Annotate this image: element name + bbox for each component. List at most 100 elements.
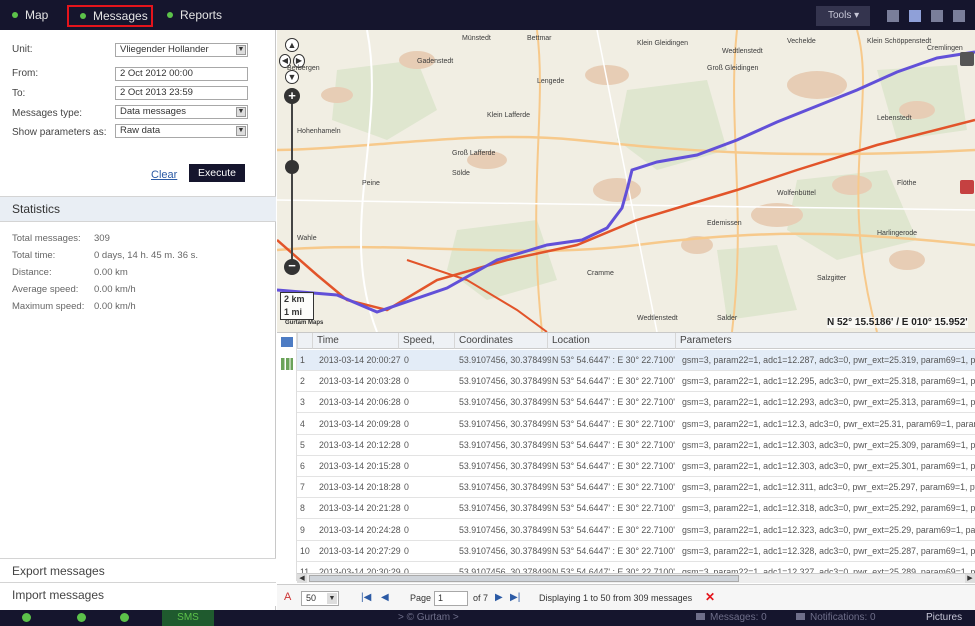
cell-speed: 0 (404, 482, 409, 493)
cell-time: 2013-03-14 20:12:28 (319, 439, 401, 450)
cell-parameters: gsm=3, param22=1, adc1=12.295, adc3=0, p… (682, 376, 975, 387)
cell-location: N 53° 54.6447' : E 30° 22.7100' (552, 376, 675, 387)
tools-menu-button[interactable]: Tools ▾ (816, 6, 870, 26)
cell-speed: 0 (404, 503, 409, 514)
previous-page-icon[interactable]: ◀ (381, 592, 389, 603)
scroll-left-icon[interactable]: ◀ (297, 574, 307, 583)
column-header-coordinates[interactable]: Coordinates (454, 333, 547, 349)
pan-down-icon[interactable]: ▼ (285, 70, 299, 84)
column-header-time[interactable]: Time (312, 333, 398, 349)
map-layers-icon[interactable] (960, 52, 974, 66)
import-messages-link[interactable]: Import messages (0, 582, 276, 606)
map-place-label: Bettmar (527, 35, 552, 42)
row-number: 10 (300, 545, 310, 556)
stat-total-time: Total time: 0 days, 14 h. 45 m. 36 s. (12, 250, 198, 261)
horizontal-scrollbar[interactable]: ◀ ▶ (297, 573, 975, 583)
zoom-slider-handle[interactable] (285, 160, 299, 174)
zoom-in-icon[interactable]: + (284, 88, 300, 104)
tab-messages-label: Messages (93, 9, 148, 23)
scrollbar-thumb[interactable] (309, 575, 739, 582)
cell-coordinates: 53.9107456, 30.3784992 (0) (459, 418, 551, 429)
table-row[interactable]: 1 2013-03-14 20:00:27 0 53.9107456, 30.3784… (297, 350, 975, 371)
chevron-down-icon[interactable]: ▼ (236, 126, 246, 136)
cell-coordinates: 53.9107456, 30.3784992 (0) (459, 545, 551, 556)
table-row[interactable]: 4 2013-03-14 20:09:28 0 53.9107456, 30.3784… (297, 414, 975, 435)
to-date-field[interactable]: 2 Oct 2013 23:59 (115, 86, 248, 100)
cell-speed: 0 (404, 355, 409, 365)
layout-stack-icon[interactable] (931, 10, 943, 22)
layout-single-icon[interactable] (887, 10, 899, 22)
zoom-out-icon[interactable]: − (284, 259, 300, 275)
layout-split-icon[interactable] (909, 10, 921, 22)
page-number-input[interactable]: 1 (434, 591, 468, 606)
map-place-label: Hohenhameln (297, 128, 341, 135)
map-view[interactable]: ▲ ◀ ▶ ▼ + − 2 km 1 mi Gurtam Maps N 52° … (277, 30, 975, 332)
map-place-label: Groß Lafferde (452, 150, 496, 157)
execute-button[interactable]: Execute (189, 164, 245, 182)
filter-icon[interactable]: A (284, 591, 291, 603)
next-page-icon[interactable]: ▶ (495, 592, 503, 603)
pan-up-icon[interactable]: ▲ (285, 38, 299, 52)
map-marker-icon[interactable] (960, 180, 974, 194)
tab-map[interactable]: Map (12, 7, 48, 24)
cell-parameters: gsm=3, param22=1, adc1=12.328, adc3=0, p… (682, 545, 975, 556)
notifications-counter[interactable]: Notifications: 0 (796, 612, 876, 623)
page-size-select[interactable]: 50 ▼ (301, 591, 339, 606)
table-row[interactable]: 6 2013-03-14 20:15:28 0 53.9107456, 30.3784… (297, 456, 975, 477)
tab-reports[interactable]: Reports (167, 7, 222, 24)
scroll-right-icon[interactable]: ▶ (965, 574, 975, 583)
table-view-icon[interactable] (281, 337, 293, 347)
stat-average-speed: Average speed: 0.00 km/h (12, 284, 136, 295)
table-row[interactable]: 5 2013-03-14 20:12:28 0 53.9107456, 30.3784… (297, 435, 975, 456)
cell-time: 2013-03-14 20:24:28 (319, 524, 401, 535)
column-header-location[interactable]: Location (547, 333, 675, 349)
close-icon[interactable]: ✕ (705, 590, 715, 604)
row-number: 5 (300, 439, 305, 450)
unit-select[interactable]: Vliegender Hollander ▼ (115, 43, 248, 57)
messages-type-select[interactable]: Data messages ▼ (115, 105, 248, 119)
chevron-down-icon[interactable]: ▼ (327, 593, 337, 604)
export-messages-link[interactable]: Export messages (0, 558, 276, 582)
table-row[interactable]: 2 2013-03-14 20:03:28 0 53.9107456, 30.3784… (297, 371, 975, 393)
chevron-down-icon[interactable]: ▼ (236, 45, 246, 55)
tools-label: Tools ▾ (828, 10, 860, 21)
sound-status-icon[interactable] (120, 613, 129, 622)
last-page-icon[interactable]: ▶| (510, 592, 520, 603)
statistics-header[interactable]: Statistics (0, 196, 276, 222)
brand-link[interactable]: > © Gurtam > (398, 612, 459, 623)
table-tool-column (277, 333, 297, 581)
chart-view-icon[interactable] (281, 358, 293, 370)
to-label: To: (12, 88, 26, 99)
messages-counter[interactable]: Messages: 0 (696, 612, 767, 623)
sms-button[interactable]: SMS (162, 610, 214, 626)
pictures-link[interactable]: Pictures (926, 612, 962, 623)
table-row[interactable]: 7 2013-03-14 20:18:28 0 53.9107456, 30.3784… (297, 477, 975, 499)
cell-location: N 53° 54.6447' : E 30° 22.7100' (552, 418, 675, 429)
cell-coordinates: 53.9107456, 30.3784992 (0) (459, 482, 551, 493)
first-page-icon[interactable]: |◀ (361, 592, 371, 603)
cell-location: N 53° 54.6447' : E 30° 22.7100' (552, 397, 675, 408)
cell-speed: 0 (404, 397, 409, 408)
connection-status-icon[interactable] (77, 613, 86, 622)
column-header-parameters[interactable]: Parameters (675, 333, 975, 349)
table-row[interactable]: 9 2013-03-14 20:24:28 0 53.9107456, 30.3784… (297, 520, 975, 541)
gps-status-icon[interactable] (22, 613, 31, 622)
layout-grid-icon[interactable] (953, 10, 965, 22)
from-date-value: 2 Oct 2012 00:00 (120, 68, 193, 79)
cell-location: N 53° 54.6447' : E 30° 22.7100' (552, 524, 675, 535)
chevron-down-icon[interactable]: ▼ (236, 107, 246, 117)
tab-messages[interactable]: Messages (67, 5, 153, 27)
stat-label: Average speed: (12, 284, 79, 295)
show-params-select[interactable]: Raw data ▼ (115, 124, 248, 138)
show-params-value: Raw data (120, 125, 161, 136)
table-row[interactable]: 8 2013-03-14 20:21:28 0 53.9107456, 30.3784… (297, 498, 975, 520)
column-header-speed[interactable]: Speed, km/h (398, 333, 454, 362)
clear-link[interactable]: Clear (151, 169, 177, 181)
cell-coordinates: 53.9107456, 30.3784992 (0) (459, 397, 551, 408)
table-row[interactable]: 10 2013-03-14 20:27:29 0 53.9107456, 30.378… (297, 541, 975, 562)
map-place-label: Salder (717, 315, 738, 322)
table-row[interactable]: 3 2013-03-14 20:06:28 0 53.9107456, 30.3784… (297, 392, 975, 414)
cell-coordinates: 53.9107456, 30.3784992 (0) (459, 355, 551, 365)
from-date-field[interactable]: 2 Oct 2012 00:00 (115, 67, 248, 81)
messages-table: Time Speed, km/h Coordinates Location Pa… (277, 332, 975, 610)
